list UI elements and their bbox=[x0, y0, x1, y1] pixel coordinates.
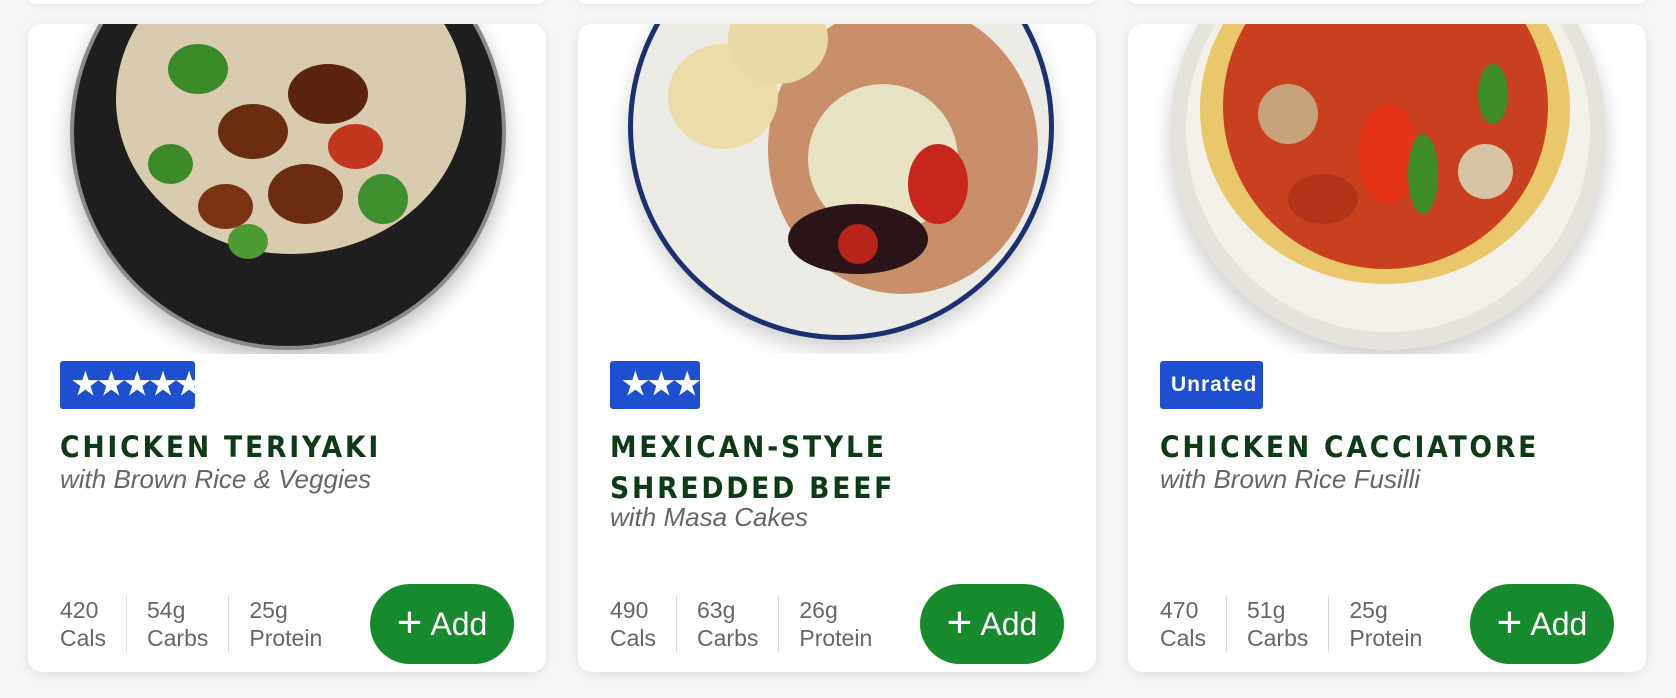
meal-card-chicken-teriyaki[interactable]: ★★★★★ CHICKEN TERIYAKI with Brown Rice &… bbox=[28, 24, 546, 672]
meal-title: CHICKEN CACCIATORE bbox=[1160, 430, 1540, 464]
star-icon: ★★★ bbox=[622, 368, 701, 401]
meal-subtitle: with Masa Cakes bbox=[610, 502, 808, 532]
meal-card-chicken-cacciatore[interactable]: Unrated CHICKEN CACCIATORE with Brown Ri… bbox=[1128, 24, 1646, 672]
plus-icon: + bbox=[946, 598, 973, 647]
meal-image[interactable] bbox=[578, 24, 1096, 354]
meal-card-mexican-style-shredded-beef[interactable]: ★★★ MEXICAN-STYLE SHREDDED BEEF with Mas… bbox=[578, 24, 1096, 672]
add-button-label: Add bbox=[1530, 605, 1588, 642]
calories-stat: 470 Cals bbox=[1160, 597, 1207, 651]
carbs-stat: 54g Carbs bbox=[126, 596, 228, 652]
meal-image[interactable] bbox=[1128, 24, 1646, 354]
nutrition-stats: 490 Cals 63g Carbs 26g Protein bbox=[610, 596, 892, 652]
add-button[interactable]: + Add bbox=[920, 584, 1064, 664]
meal-subtitle: with Brown Rice Fusilli bbox=[1160, 464, 1421, 494]
previous-row-card bbox=[1128, 0, 1646, 4]
add-button[interactable]: + Add bbox=[370, 584, 514, 664]
previous-row-card bbox=[28, 0, 546, 4]
rating-badge: ★★★★★ bbox=[60, 361, 202, 409]
add-button-label: Add bbox=[980, 605, 1038, 642]
meal-title: MEXICAN-STYLE SHREDDED BEEF bbox=[610, 430, 896, 505]
previous-row-card bbox=[578, 0, 1096, 4]
protein-stat: 26g Protein bbox=[778, 596, 892, 652]
add-button-label: Add bbox=[430, 605, 488, 642]
calories-stat: 490 Cals bbox=[610, 597, 657, 651]
star-icon: ★★★★★ bbox=[72, 368, 202, 401]
carbs-stat: 63g Carbs bbox=[676, 596, 778, 652]
rating-badge: Unrated bbox=[1160, 361, 1263, 409]
add-button[interactable]: + Add bbox=[1470, 584, 1614, 664]
protein-stat: 25g Protein bbox=[228, 596, 342, 652]
nutrition-stats: 420 Cals 54g Carbs 25g Protein bbox=[60, 596, 342, 652]
carbs-stat: 51g Carbs bbox=[1226, 596, 1328, 652]
meal-subtitle: with Brown Rice & Veggies bbox=[60, 464, 372, 494]
plus-icon: + bbox=[1496, 598, 1523, 647]
nutrition-stats: 470 Cals 51g Carbs 25g Protein bbox=[1160, 596, 1442, 652]
protein-stat: 25g Protein bbox=[1328, 596, 1442, 652]
plus-icon: + bbox=[396, 598, 423, 647]
calories-stat: 420 Cals bbox=[60, 597, 107, 651]
meal-image[interactable] bbox=[28, 24, 546, 354]
unrated-label: Unrated bbox=[1171, 373, 1258, 396]
rating-badge: ★★★ bbox=[610, 361, 701, 409]
meal-title: CHICKEN TERIYAKI bbox=[60, 430, 382, 464]
